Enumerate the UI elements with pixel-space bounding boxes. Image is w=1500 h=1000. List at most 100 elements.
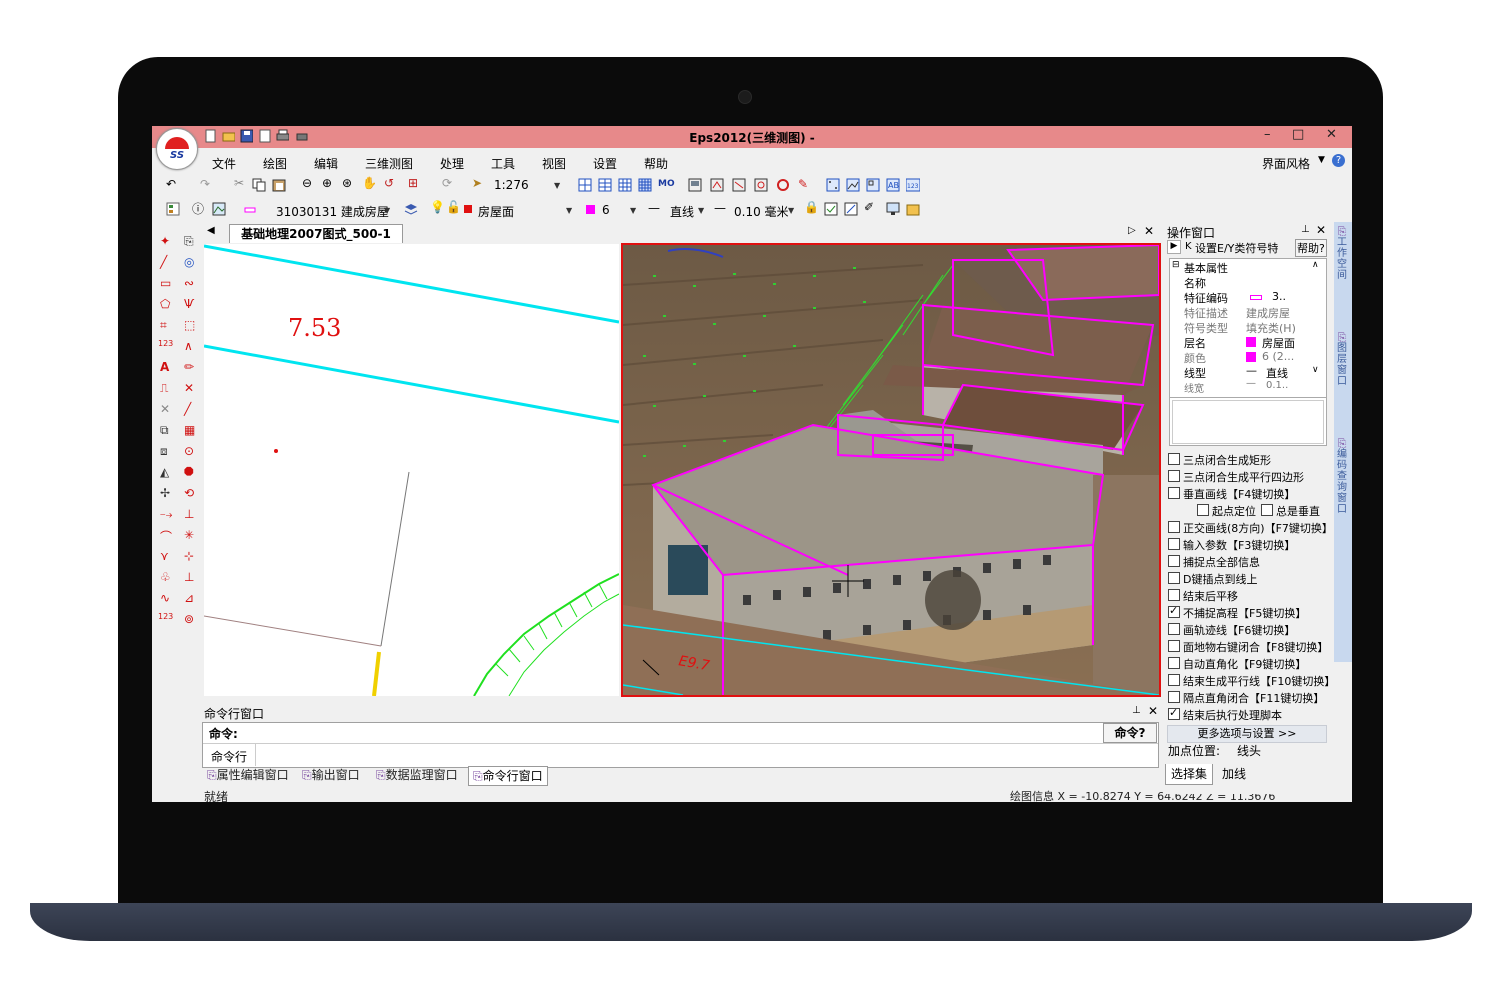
help-icon[interactable]: ? bbox=[1332, 154, 1345, 167]
grid-view-icon-4[interactable] bbox=[638, 178, 652, 192]
group-collapse-icon[interactable]: ⊟ bbox=[1172, 260, 1180, 270]
operation-pin-icon[interactable]: ⊥ bbox=[1301, 224, 1310, 235]
color-select[interactable]: 6 bbox=[602, 203, 610, 217]
option-vertical-line[interactable]: 垂直画线【F4键切换】 bbox=[1168, 486, 1295, 502]
menu-process[interactable]: 处理 bbox=[440, 155, 464, 172]
layer-visible-bulb-icon[interactable]: 💡 bbox=[430, 200, 445, 214]
snap-point-icon[interactable] bbox=[826, 178, 840, 192]
scale-input[interactable]: 1:276 bbox=[494, 178, 529, 192]
more-options-button[interactable]: 更多选项与设置 >> bbox=[1167, 725, 1327, 743]
menu-3d-mapping[interactable]: 三维测图 bbox=[365, 155, 413, 172]
menu-help[interactable]: 帮助 bbox=[644, 155, 668, 172]
option-checkbox[interactable] bbox=[1168, 470, 1180, 482]
ui-style-menu[interactable]: 界面风格 bbox=[1262, 155, 1310, 172]
option-alternate-right-angle[interactable]: 隔点直角闭合【F11键切换】 bbox=[1168, 690, 1324, 706]
option-input-params[interactable]: 输入参数【F3键切换】 bbox=[1168, 537, 1295, 553]
curve-tool-icon[interactable]: ∿ bbox=[160, 591, 172, 605]
printer-dropdown-icon[interactable] bbox=[296, 129, 309, 143]
scale-dropdown-icon[interactable]: ▼ bbox=[554, 181, 560, 190]
copy-icon[interactable] bbox=[252, 178, 266, 192]
info-icon[interactable]: ⓘ bbox=[192, 200, 204, 217]
rectangle-tool-icon[interactable]: ▭ bbox=[160, 276, 172, 290]
circle-tool-icon[interactable]: ⊙ bbox=[184, 444, 196, 458]
redo-icon[interactable]: ↷ bbox=[200, 177, 210, 191]
option-checkbox[interactable] bbox=[1261, 504, 1273, 516]
cut-icon[interactable]: ✂ bbox=[234, 176, 244, 190]
close-icon[interactable]: ✕ bbox=[1326, 127, 1337, 142]
grid-view-icon-2[interactable] bbox=[598, 178, 612, 192]
height-tool-icon[interactable]: ⊥ bbox=[184, 570, 196, 584]
property-group-row[interactable]: ⊟ 基本属性 ∧ bbox=[1170, 260, 1326, 275]
3d-view-panel[interactable]: E9.7 bbox=[621, 243, 1161, 697]
line-width-dropdown-icon[interactable]: ▼ bbox=[788, 206, 794, 215]
command-pin-icon[interactable]: ⊥ bbox=[1132, 705, 1141, 716]
copy-object-tool-icon[interactable]: ⧉ bbox=[160, 423, 172, 437]
option-checkbox[interactable] bbox=[1168, 555, 1180, 567]
property-row-feature-desc[interactable]: 特征描述 建成房屋 bbox=[1170, 305, 1326, 320]
document-tab[interactable]: 基础地理2007图式_500-1 bbox=[229, 224, 403, 243]
view-3d-icon-2[interactable] bbox=[710, 178, 724, 192]
view-3d-icon-3[interactable] bbox=[732, 178, 746, 192]
grid-view-icon-3[interactable] bbox=[618, 178, 632, 192]
brush-icon[interactable]: ✐ bbox=[864, 200, 874, 214]
link-tool-icon[interactable]: ∾ bbox=[184, 276, 196, 290]
option-start-locate[interactable]: 起点定位 bbox=[1197, 503, 1256, 519]
color-dropdown-icon[interactable]: ▼ bbox=[630, 206, 636, 215]
point-tool-icon[interactable]: ✦ bbox=[160, 234, 172, 248]
save-icon[interactable] bbox=[240, 129, 253, 143]
option-checkbox-checked[interactable] bbox=[1168, 706, 1180, 720]
ui-style-dropdown-icon[interactable]: ▼ bbox=[1318, 155, 1325, 165]
snap-grid-icon[interactable] bbox=[866, 178, 880, 192]
option-three-point-rect[interactable]: 三点闭合生成矩形 bbox=[1168, 452, 1271, 468]
option-right-click-close[interactable]: 面地物右键闭合【F8键切换】 bbox=[1168, 639, 1328, 655]
mo-icon[interactable]: MO bbox=[658, 179, 675, 189]
delete-tool-icon[interactable]: ✕ bbox=[160, 402, 172, 416]
property-scroll-down-icon[interactable]: ∨ bbox=[1312, 365, 1319, 375]
menu-edit[interactable]: 编辑 bbox=[314, 155, 338, 172]
elevation-point-tool-icon[interactable]: 123 bbox=[158, 339, 173, 351]
trim-tool-icon[interactable]: ✢ bbox=[160, 486, 172, 500]
zoom-previous-icon[interactable]: ↺ bbox=[384, 176, 394, 190]
grid-tool-icon[interactable]: ▦ bbox=[184, 423, 196, 437]
option-auto-right-angle[interactable]: 自动直角化【F9键切换】 bbox=[1168, 656, 1306, 672]
line-width-select[interactable]: 0.10 毫米 bbox=[734, 203, 789, 220]
line-tool-icon[interactable]: ╱ bbox=[160, 255, 172, 269]
open-folder-icon[interactable] bbox=[222, 129, 235, 143]
pencil-tool-icon[interactable]: ✏ bbox=[184, 360, 196, 374]
refresh-icon[interactable]: ⟳ bbox=[442, 176, 452, 190]
maximize-icon[interactable]: □ bbox=[1292, 127, 1304, 142]
map-view-icon[interactable] bbox=[212, 202, 226, 216]
option-checkbox[interactable] bbox=[1197, 504, 1209, 516]
snap-line-icon[interactable] bbox=[846, 178, 860, 192]
cross-tool-icon[interactable]: ✕ bbox=[184, 381, 196, 395]
option-always-vertical[interactable]: 总是垂直 bbox=[1261, 503, 1320, 519]
option-checkbox[interactable] bbox=[1168, 640, 1180, 652]
minimize-icon[interactable]: – bbox=[1264, 127, 1271, 142]
tab-command-line[interactable]: ⎘命令行窗口 bbox=[468, 766, 548, 786]
feature-code-select[interactable]: 31030131 建成房屋 bbox=[276, 203, 389, 220]
menu-file[interactable]: 文件 bbox=[212, 155, 236, 172]
zoom-extent-icon[interactable]: ⊞ bbox=[408, 176, 418, 190]
text-tool-icon[interactable]: A bbox=[160, 360, 172, 374]
angle-tool-icon[interactable]: ∧ bbox=[184, 339, 196, 353]
edit-property-icon[interactable] bbox=[844, 202, 858, 216]
property-row-layer[interactable]: 层名 房屋面 bbox=[1170, 335, 1326, 350]
polygon-tool-icon[interactable]: ⬠ bbox=[160, 297, 172, 311]
property-scroll-up-icon[interactable]: ∧ bbox=[1312, 260, 1319, 270]
paste-icon[interactable] bbox=[272, 178, 286, 192]
option-checkbox[interactable] bbox=[1168, 572, 1180, 584]
option-d-key-insert[interactable]: D键插点到线上 bbox=[1168, 571, 1257, 587]
lock-icon[interactable]: 🔒 bbox=[804, 200, 819, 214]
side-tab-code-query[interactable]: ⎘ 编码查询窗口 bbox=[1334, 438, 1350, 515]
join-tool-icon[interactable]: ⋎ bbox=[160, 549, 172, 563]
side-tab-workspace[interactable]: ⎘ 工作空间 bbox=[1334, 226, 1350, 281]
mirror-tool-icon[interactable]: ◭ bbox=[160, 465, 172, 479]
pan-hand-icon[interactable]: ✋ bbox=[362, 176, 377, 190]
vertex-tool-icon[interactable]: ⌗ bbox=[160, 318, 172, 332]
tab-output[interactable]: ⎘输出窗口 bbox=[302, 766, 360, 784]
command-input-row[interactable]: 命令行 bbox=[203, 744, 1158, 766]
view-3d-icon-1[interactable] bbox=[688, 178, 702, 192]
view-3d-icon-4[interactable] bbox=[754, 178, 768, 192]
operation-toolbar-text[interactable]: 设置E/Y类符号特 bbox=[1195, 240, 1278, 256]
option-checkbox[interactable] bbox=[1168, 657, 1180, 669]
